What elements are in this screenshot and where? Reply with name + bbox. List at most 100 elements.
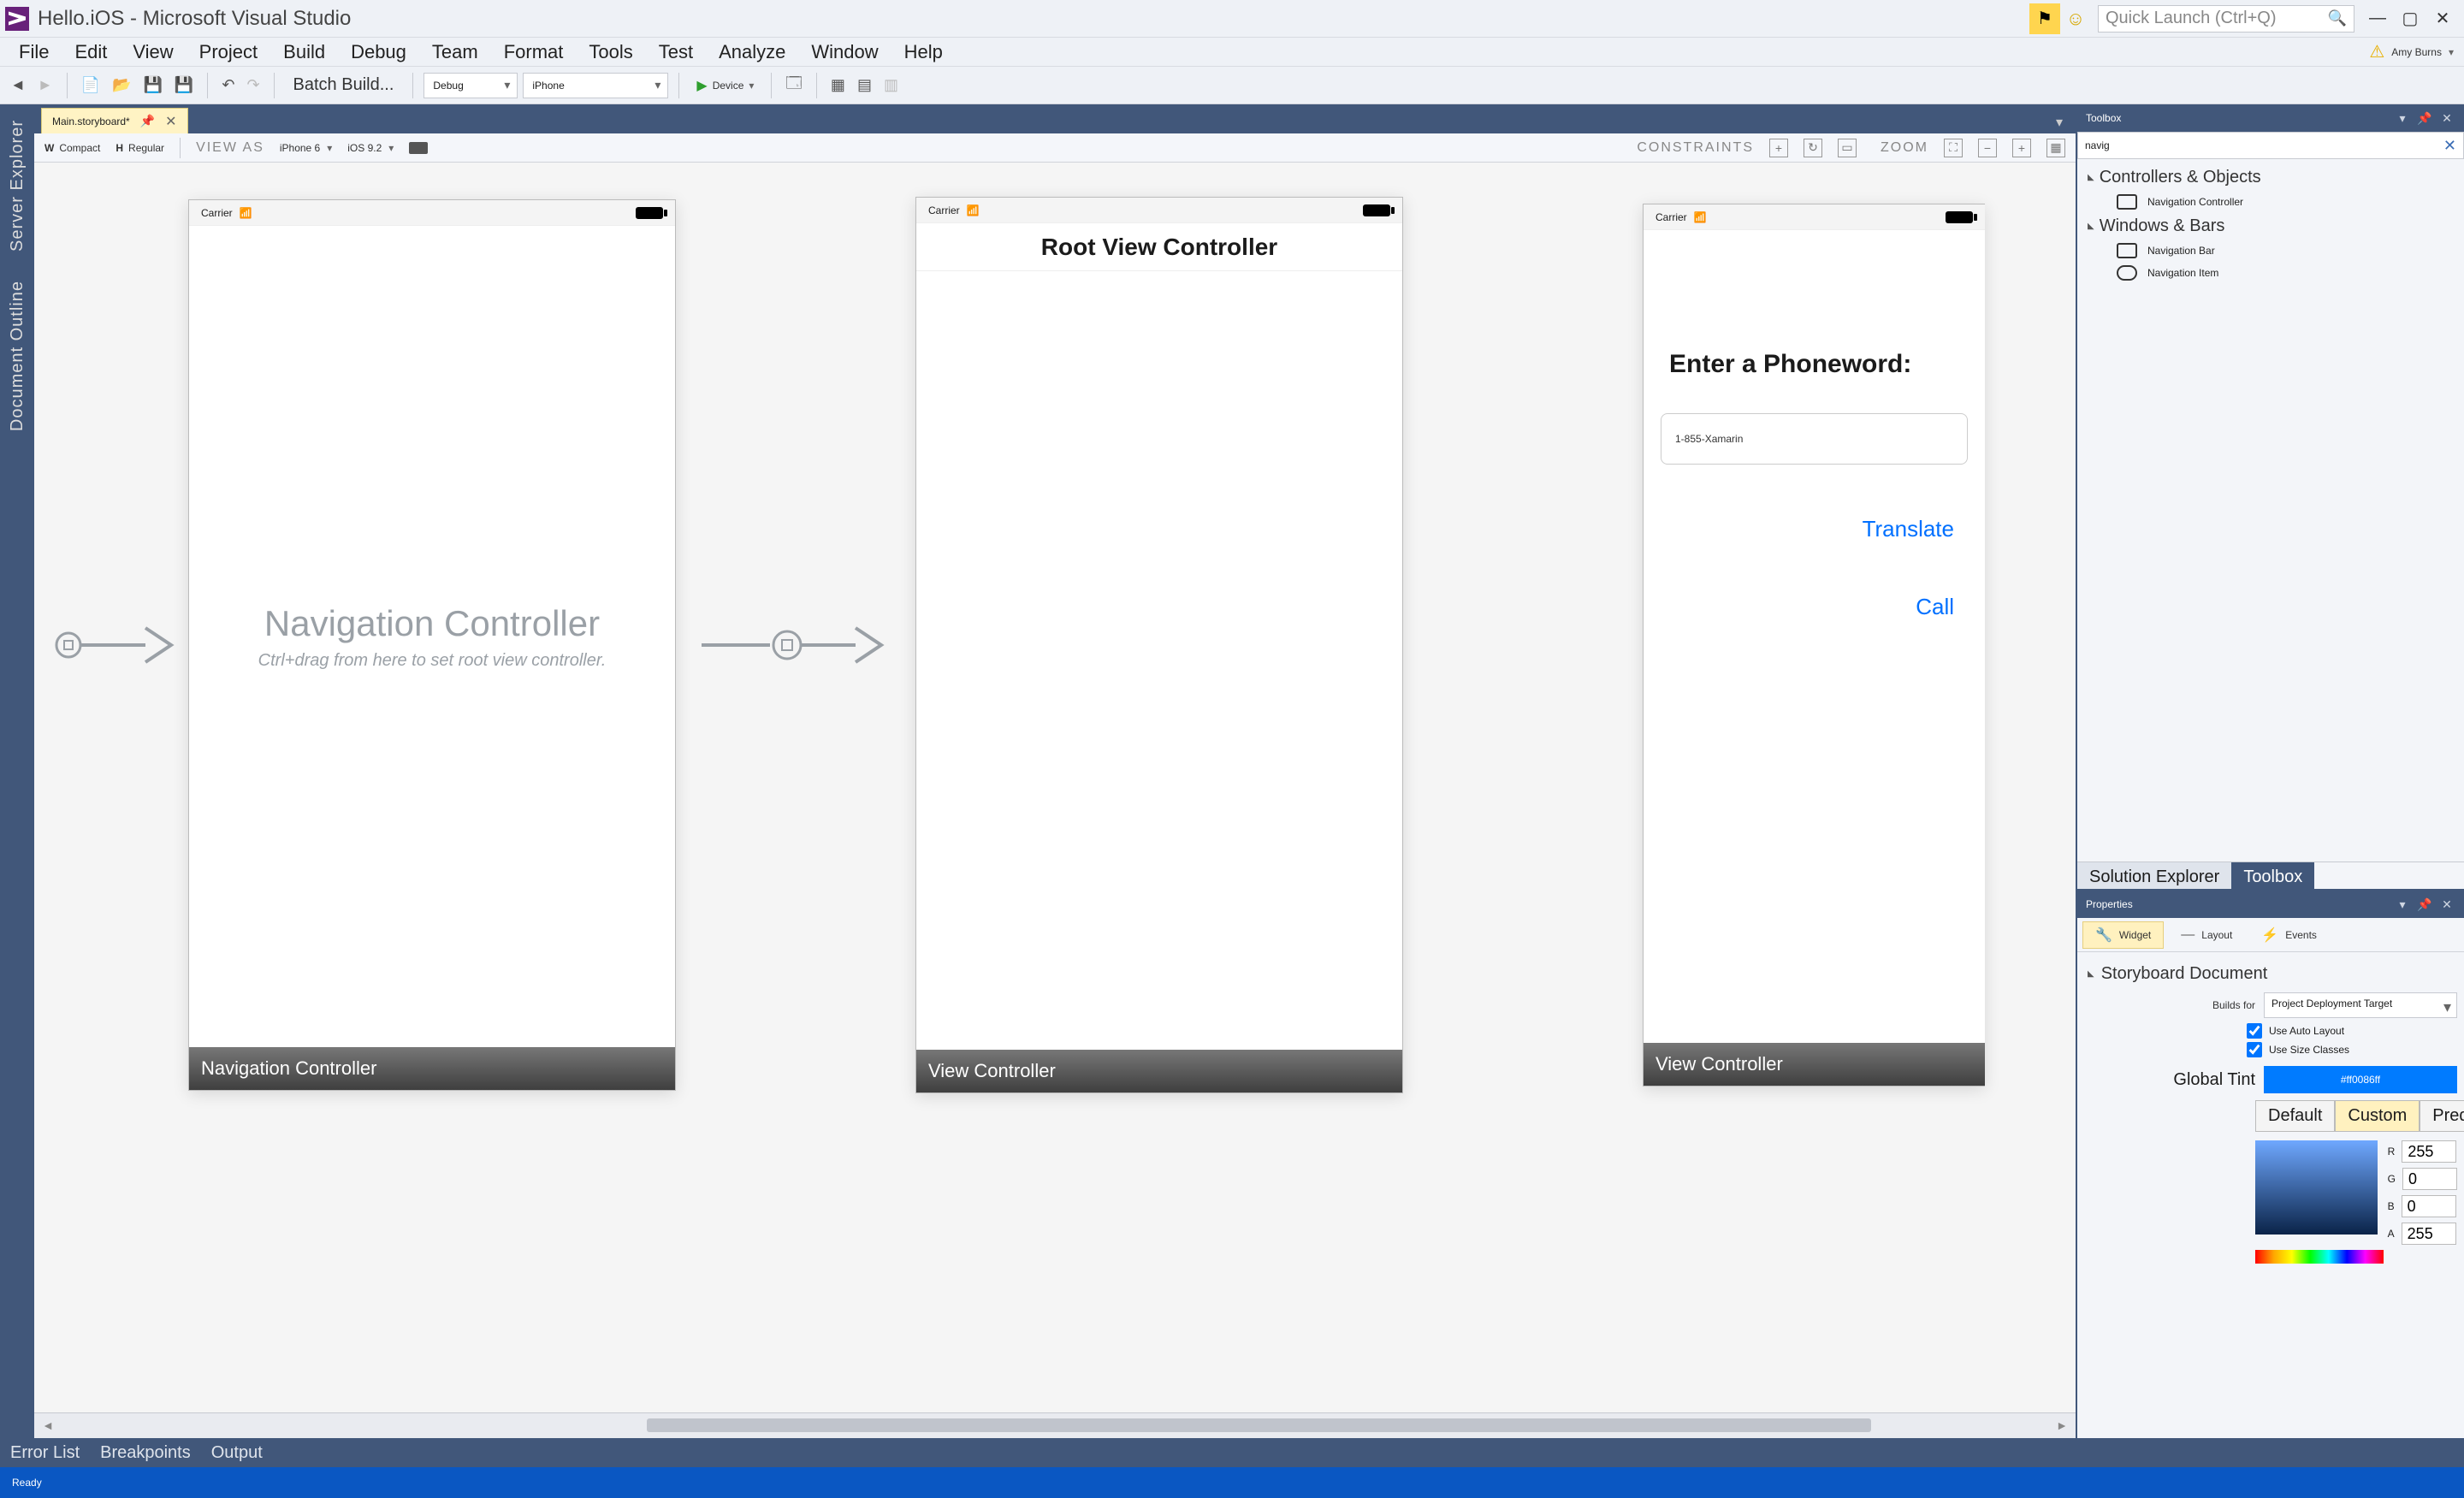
toolbox-item-navigation-item[interactable]: Navigation Item	[2082, 262, 2459, 284]
redo-button[interactable]: ↷	[243, 73, 263, 98]
toolbar-icon-2[interactable]: ▦	[827, 73, 849, 98]
back-button[interactable]: ◄	[7, 73, 29, 98]
navigation-controller-scene[interactable]: Carrier 📶 Navigation Controller Ctrl+dra…	[188, 199, 676, 1091]
os-select[interactable]: iOS 9.2	[347, 142, 394, 154]
canvas-hscrollbar[interactable]: ◄ ►	[34, 1412, 2076, 1438]
active-files-dropdown[interactable]: ▾	[2048, 111, 2070, 133]
root-segue[interactable]	[702, 619, 890, 671]
scroll-thumb[interactable]	[647, 1418, 1872, 1432]
menu-analyze[interactable]: Analyze	[708, 38, 796, 67]
tab-toolbox[interactable]: Toolbox	[2231, 862, 2314, 889]
zoom-fit-icon[interactable]: ⛶	[1944, 139, 1963, 157]
document-outline-tab[interactable]: Document Outline	[8, 274, 27, 438]
platform-select[interactable]: iPhone	[523, 73, 668, 98]
seg-default[interactable]: Default	[2255, 1100, 2335, 1132]
width-trait[interactable]: WCompact	[44, 142, 100, 154]
open-button[interactable]: 📂	[109, 73, 134, 98]
pin-icon[interactable]: 📌	[2416, 110, 2433, 127]
constraints-frame-icon[interactable]: ▭	[1838, 139, 1857, 157]
toolbox-search-input[interactable]: navig ✕	[2077, 132, 2464, 159]
orientation-icon[interactable]	[409, 142, 428, 154]
phoneword-textfield[interactable]: 1-855-Xamarin	[1661, 413, 1968, 465]
properties-tab-layout[interactable]: —Layout	[2169, 921, 2244, 949]
undo-button[interactable]: ↶	[218, 73, 238, 98]
maximize-button[interactable]: ▢	[2394, 5, 2426, 33]
r-input[interactable]	[2402, 1140, 2456, 1163]
translate-button[interactable]: Translate	[1661, 516, 1954, 542]
menu-tools[interactable]: Tools	[578, 38, 643, 67]
section-storyboard-document[interactable]: Storyboard Document	[2084, 959, 2457, 989]
seg-predefined[interactable]: Predefined	[2420, 1100, 2464, 1132]
menu-file[interactable]: File	[9, 38, 59, 67]
batch-build-button[interactable]: Batch Build...	[285, 75, 403, 95]
menu-debug[interactable]: Debug	[341, 38, 417, 67]
close-icon[interactable]: ✕	[2438, 896, 2455, 913]
properties-tab-widget[interactable]: 🔧Widget	[2082, 921, 2164, 949]
menu-test[interactable]: Test	[649, 38, 703, 67]
call-button[interactable]: Call	[1661, 594, 1954, 620]
menu-team[interactable]: Team	[422, 38, 489, 67]
save-all-button[interactable]: 💾	[171, 73, 197, 98]
root-vc-content[interactable]	[916, 271, 1402, 1050]
panel-menu-icon[interactable]: ▾	[2394, 896, 2411, 913]
quick-launch-input[interactable]: Quick Launch (Ctrl+Q) 🔍	[2098, 5, 2354, 33]
tab-solution-explorer[interactable]: Solution Explorer	[2077, 862, 2231, 889]
phoneword-view-controller-scene[interactable]: Carrier 📶 Enter a Phoneword: 1-855-Xamar…	[1643, 204, 1985, 1086]
phoneword-content[interactable]: Enter a Phoneword: 1-855-Xamarin Transla…	[1644, 230, 1985, 1043]
zoom-out-icon[interactable]: −	[1978, 139, 1997, 157]
doc-tab-main-storyboard[interactable]: Main.storyboard* 📌 ✕	[41, 108, 188, 133]
saturation-brightness-picker[interactable]	[2255, 1140, 2378, 1235]
forward-button[interactable]: ►	[34, 73, 56, 98]
signed-in-user[interactable]: ⚠ Amy Burns ▾	[2369, 41, 2454, 62]
close-icon[interactable]: ✕	[2438, 110, 2455, 127]
menu-build[interactable]: Build	[273, 38, 335, 67]
storyboard-canvas[interactable]: Carrier 📶 Navigation Controller Ctrl+dra…	[34, 163, 2076, 1412]
toolbar-icon-3[interactable]: ▤	[854, 73, 875, 98]
root-view-controller-scene[interactable]: Carrier 📶 Root View Controller View Cont…	[915, 197, 1403, 1093]
menu-format[interactable]: Format	[494, 38, 574, 67]
zoom-in-icon[interactable]: +	[2012, 139, 2031, 157]
properties-tab-events[interactable]: ⚡Events	[2249, 921, 2329, 949]
tab-error-list[interactable]: Error List	[10, 1443, 80, 1463]
initial-vc-arrow[interactable]	[51, 619, 180, 671]
toolbox-category-controllers[interactable]: Controllers & Objects	[2082, 164, 2459, 191]
navigation-bar-title[interactable]: Root View Controller	[916, 223, 1402, 271]
save-button[interactable]: 💾	[140, 73, 166, 98]
tab-breakpoints[interactable]: Breakpoints	[100, 1443, 191, 1463]
minimize-button[interactable]: —	[2361, 5, 2394, 33]
g-input[interactable]	[2402, 1168, 2457, 1190]
height-trait[interactable]: HRegular	[116, 142, 164, 154]
constraints-update-icon[interactable]: ↻	[1804, 139, 1822, 157]
menu-project[interactable]: Project	[189, 38, 268, 67]
toolbox-item-navigation-controller[interactable]: Navigation Controller	[2082, 191, 2459, 213]
builds-for-select[interactable]: Project Deployment Target	[2264, 992, 2457, 1018]
menu-help[interactable]: Help	[894, 38, 953, 67]
a-input[interactable]	[2402, 1223, 2456, 1245]
constraints-add-icon[interactable]: +	[1769, 139, 1788, 157]
menu-window[interactable]: Window	[801, 38, 888, 67]
server-explorer-tab[interactable]: Server Explorer	[8, 113, 27, 258]
b-input[interactable]	[2402, 1195, 2456, 1217]
pin-icon[interactable]: 📌	[2416, 896, 2433, 913]
use-size-classes-checkbox[interactable]: Use Size Classes	[2084, 1040, 2457, 1059]
toolbox-item-navigation-bar[interactable]: Navigation Bar	[2082, 240, 2459, 262]
menu-view[interactable]: View	[122, 38, 183, 67]
scroll-left-icon[interactable]: ◄	[39, 1418, 56, 1432]
pin-icon[interactable]: 📌	[140, 114, 155, 128]
toolbar-icon-4[interactable]: ▥	[880, 73, 902, 98]
close-tab-icon[interactable]: ✕	[165, 113, 176, 130]
seg-custom[interactable]: Custom	[2335, 1100, 2420, 1132]
scroll-right-icon[interactable]: ►	[2053, 1418, 2070, 1432]
config-select[interactable]: Debug	[424, 73, 518, 98]
close-button[interactable]: ✕	[2426, 5, 2459, 33]
new-project-button[interactable]: 📄	[78, 73, 104, 98]
notification-flag-button[interactable]: ⚑	[2029, 3, 2060, 34]
device-select[interactable]: iPhone 6	[280, 142, 332, 154]
panel-menu-icon[interactable]: ▾	[2394, 110, 2411, 127]
start-debug-button[interactable]: ▶ Device ▾	[690, 77, 761, 94]
zoom-actual-icon[interactable]: ▦	[2046, 139, 2065, 157]
menu-edit[interactable]: Edit	[64, 38, 117, 67]
global-tint-swatch[interactable]: #ff0086ff	[2264, 1066, 2457, 1093]
toolbar-icon-1[interactable]: 🗔	[782, 73, 806, 98]
feedback-smile-button[interactable]: ☺	[2060, 3, 2091, 34]
